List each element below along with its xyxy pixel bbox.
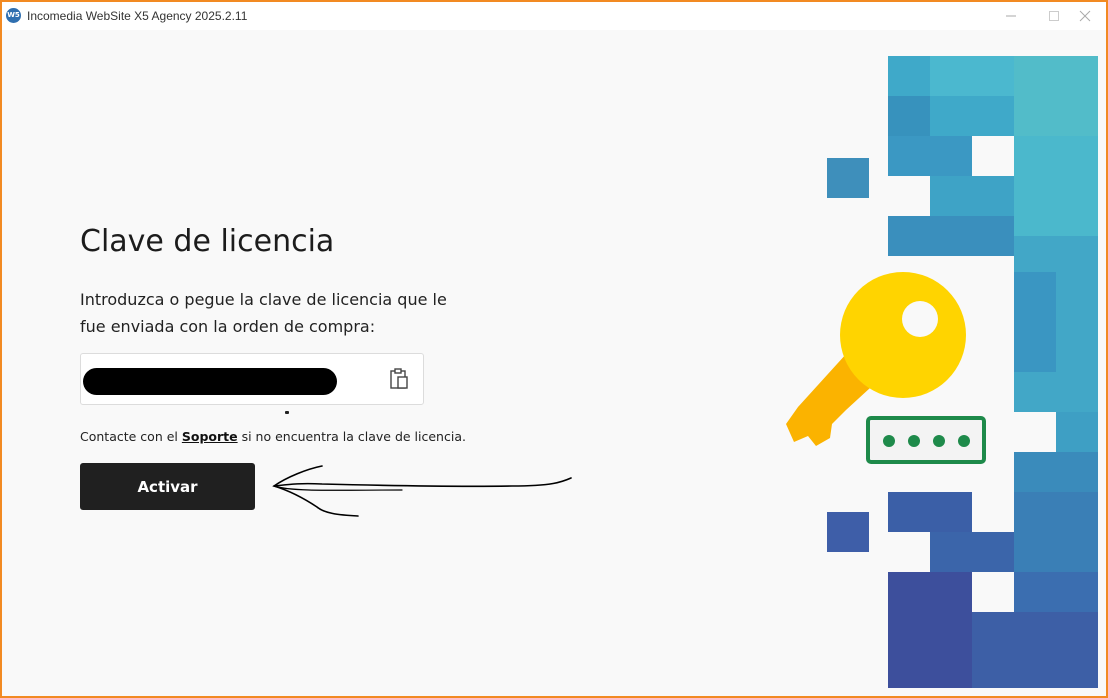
redacted-license-key (83, 368, 337, 395)
app-window: W5 Incomedia WebSite X5 Agency 2025.2.11… (0, 0, 1108, 698)
instructions-text: Introduzca o pegue la clave de licencia … (80, 290, 447, 336)
title-bar[interactable]: W5 Incomedia WebSite X5 Agency 2025.2.11 (2, 2, 1106, 30)
clipboard-icon (390, 368, 408, 389)
close-button[interactable] (1063, 2, 1106, 30)
minimize-icon (1006, 15, 1016, 17)
close-icon (1079, 10, 1091, 22)
support-contact-text: Contacte con el Soporte si no encuentra … (80, 429, 466, 444)
hand-drawn-arrow-annotation (272, 465, 572, 517)
license-key-input[interactable] (80, 353, 424, 405)
maximize-icon (1049, 11, 1059, 21)
page-title: Clave de licencia (80, 224, 335, 259)
paste-button[interactable] (387, 367, 411, 391)
activate-button[interactable]: Activar (80, 463, 255, 510)
support-link[interactable]: Soporte (182, 429, 238, 444)
window-title: Incomedia WebSite X5 Agency 2025.2.11 (27, 9, 248, 23)
app-logo-icon: W5 (6, 8, 21, 23)
password-field-graphic (866, 416, 986, 464)
stray-mark (285, 411, 289, 414)
license-key-icon (786, 56, 1098, 688)
minimize-button[interactable] (989, 2, 1033, 30)
